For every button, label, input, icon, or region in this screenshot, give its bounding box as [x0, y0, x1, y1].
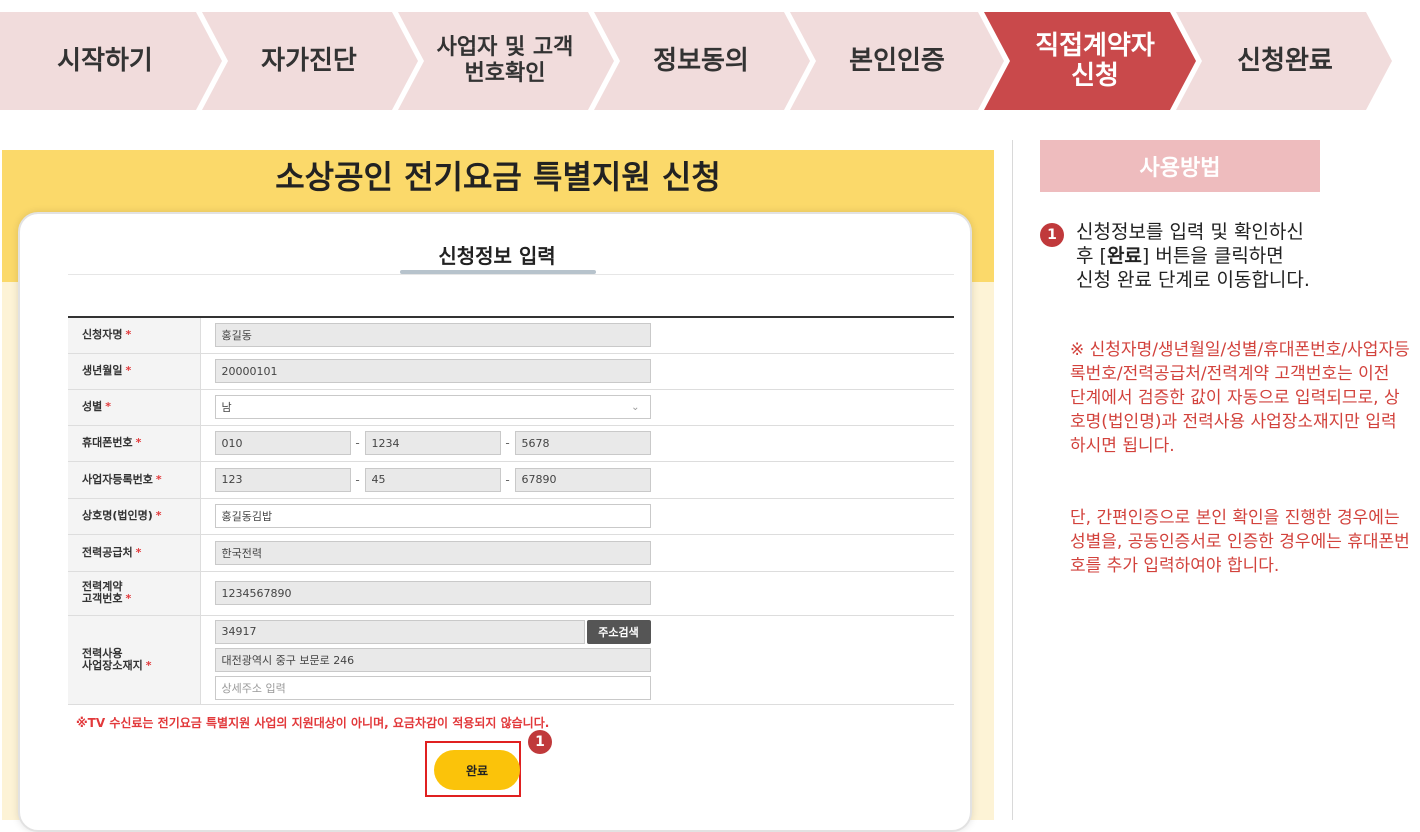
business-no-part-2: 45	[364, 467, 501, 492]
usage-header: 사용방법	[1040, 140, 1320, 192]
done-button[interactable]: 완료	[434, 750, 520, 790]
road-address-field: 대전광역시 중구 보문로 246	[214, 647, 651, 672]
form-row-address: 전력사용 사업장소재지 * 34917 주소검색 대전광역시 중구 보문로 246 …	[68, 615, 954, 705]
usage-note-auto-fill: ※ 신청자명/생년월일/성별/휴대폰번호/사업자등록번호/전력공급처/전력계약 …	[1070, 340, 1410, 456]
business-no-part-3: 67890	[514, 467, 651, 492]
step-number-badge: 1	[1040, 223, 1064, 247]
step-number-badge: 1	[528, 730, 552, 754]
gender-select[interactable]: 남 ⌄	[214, 395, 651, 419]
card-divider	[68, 274, 954, 275]
contract-no-field: 1234567890	[214, 581, 651, 605]
zip-code-field: 34917	[214, 619, 585, 644]
form-label: 전력사용 사업장소재지 *	[68, 615, 201, 705]
form-row-phone: 휴대폰번호 * 010 - 1234 - 5678	[68, 425, 954, 462]
form-label: 생년월일 *	[68, 353, 201, 390]
form-label: 사업자등록번호 *	[68, 461, 201, 499]
form-label: 성별 *	[68, 389, 201, 426]
form-label: 상호명(법인명) *	[68, 498, 201, 535]
business-no-part-1: 123	[214, 467, 351, 492]
dash-separator: -	[505, 436, 510, 450]
progress-steps: 시작하기 자가진단 사업자 및 고객번호확인 정보동의 본인인증 직접계약자 신…	[0, 12, 1420, 110]
birthdate-field: 20000101	[214, 359, 651, 383]
applicant-name-field: 홍길동	[214, 323, 651, 348]
chevron-down-icon: ⌄	[631, 401, 640, 413]
dash-separator: -	[505, 472, 510, 487]
usage-step-1: 1 신청정보를 입력 및 확인하신 후 [완료] 버튼을 클릭하면 신청 완료 …	[1040, 220, 1410, 292]
step-direct-contract: 직접계약자 신청	[1035, 31, 1155, 91]
form-row-birth: 생년월일 * 20000101	[68, 353, 954, 390]
usage-note-additional-input: 단, 간편인증으로 본인 확인을 진행한 경우에는 성별을, 공동인증서로 인증…	[1070, 508, 1410, 576]
form-row-supplier: 전력공급처 * 한국전력	[68, 534, 954, 572]
application-form: 신청자명 * 홍길동 생년월일 * 20000101 성별 * 남 ⌄ 휴대폰번호 * 0…	[68, 316, 954, 705]
step-consent: 정보동의	[653, 46, 749, 76]
company-name-input[interactable]: 홍길동김밥	[214, 504, 651, 528]
form-card: 신청정보 입력 신청자명 * 홍길동 생년월일 * 20000101 성별 * 남 ⌄ …	[18, 212, 972, 832]
phone-part-1: 010	[214, 431, 351, 455]
page-title: 소상공인 전기요금 특별지원 신청	[275, 158, 721, 196]
step-complete: 신청완료	[1237, 46, 1333, 76]
power-supplier-field: 한국전력	[214, 540, 651, 565]
phone-part-3: 5678	[514, 431, 651, 455]
step-identity: 본인인증	[849, 46, 945, 76]
form-row-gender: 성별 * 남 ⌄	[68, 389, 954, 426]
dash-separator: -	[355, 472, 360, 487]
dash-separator: -	[355, 436, 360, 450]
vertical-divider	[1012, 140, 1013, 820]
form-label: 전력계약 고객번호 *	[68, 571, 201, 616]
usage-instruction: 신청정보를 입력 및 확인하신 후 [완료] 버튼을 클릭하면 신청 완료 단계…	[1076, 221, 1310, 291]
form-row-company: 상호명(법인명) * 홍길동김밥	[68, 498, 954, 535]
form-label: 휴대폰번호 *	[68, 425, 201, 462]
form-row-contract-no: 전력계약 고객번호 * 1234567890	[68, 571, 954, 616]
form-row-business-no: 사업자등록번호 * 123 - 45 - 67890	[68, 461, 954, 499]
card-title: 신청정보 입력	[438, 244, 556, 268]
detail-address-input[interactable]: 상세주소 입력	[214, 675, 651, 700]
form-row-name: 신청자명 * 홍길동	[68, 317, 954, 354]
step-self-diagnosis: 자가진단	[261, 46, 357, 76]
form-label: 신청자명 *	[68, 317, 201, 354]
step-start: 시작하기	[57, 46, 153, 76]
tv-fee-notice: ※TV 수신료는 전기요금 특별지원 사업의 지원대상이 아니며, 요금차감이 …	[76, 716, 550, 730]
step-business-check: 사업자 및 고객번호확인	[436, 35, 574, 86]
form-label: 전력공급처 *	[68, 534, 201, 572]
phone-part-2: 1234	[364, 431, 501, 455]
address-search-button[interactable]: 주소검색	[586, 619, 651, 644]
